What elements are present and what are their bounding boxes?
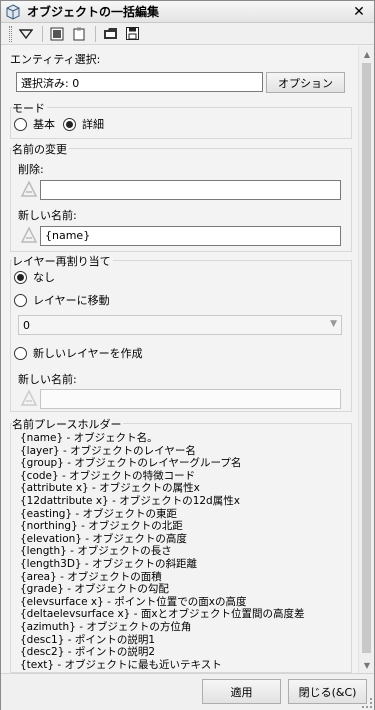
radio-none-dot[interactable] bbox=[14, 270, 27, 284]
scroll-thumb[interactable] bbox=[362, 63, 371, 653]
options-button[interactable]: オプション bbox=[266, 72, 345, 93]
layer-title: レイヤー再割り当て bbox=[12, 253, 113, 269]
pick-name-icon[interactable] bbox=[19, 225, 39, 245]
placeholder-item: {area} - オブジェクトの面積 bbox=[20, 570, 162, 583]
placeholder-item: {elevsurface x} - ポイント位置での面xの高度 bbox=[20, 595, 247, 608]
placeholder-item: {easting} - オブジェクトの東距 bbox=[20, 507, 178, 520]
toolbar-separator bbox=[42, 25, 43, 42]
window-title: オブジェクトの一括編集 bbox=[27, 5, 160, 19]
scroll-down-icon[interactable]: ▼ bbox=[359, 657, 374, 673]
close-icon[interactable]: ✕ bbox=[350, 3, 368, 21]
layer-new-name-label: 新しい名前: bbox=[18, 373, 77, 386]
close-button[interactable]: 閉じる(&C) bbox=[288, 679, 367, 704]
view-icon[interactable] bbox=[47, 25, 67, 43]
placeholder-item: {grade} - オブジェクトの勾配 bbox=[20, 583, 169, 596]
title-bar: オブジェクトの一括編集 ✕ bbox=[1, 1, 374, 23]
placeholder-item: {12dattribute x} - オブジェクトの12d属性x bbox=[20, 494, 240, 507]
rename-title: 名前の変更 bbox=[12, 141, 69, 157]
clipboard-icon[interactable] bbox=[69, 25, 89, 43]
mode-basic-radio[interactable]: 基本 bbox=[14, 116, 55, 132]
apply-button[interactable]: 適用 bbox=[202, 679, 281, 704]
placeholder-list: {name} - オブジェクト名。 {layer} - オブジェクトのレイヤー名… bbox=[20, 432, 350, 671]
placeholder-item: {deltaelevsurface x} - 面xとオブジェクト位置間の高度差 bbox=[20, 608, 305, 621]
entity-label: エンティティ選択: bbox=[10, 53, 101, 66]
layer-create-label: 新しいレイヤーを作成 bbox=[33, 347, 143, 360]
layer-move-radio[interactable]: レイヤーに移動 bbox=[14, 292, 110, 308]
layer-create-radio[interactable]: 新しいレイヤーを作成 bbox=[14, 345, 143, 361]
folder-icon[interactable] bbox=[100, 25, 120, 43]
chevron-down-icon[interactable]: ▼ bbox=[330, 319, 337, 329]
placeholder-item: {code} - オブジェクトの特徴コード bbox=[20, 469, 196, 482]
delete-label: 削除: bbox=[18, 163, 44, 176]
bulk-edit-window: オブジェクトの一括編集 ✕ エンティティ選択: 選択済み: 0 オプション モー… bbox=[0, 0, 375, 710]
scroll-content: エンティティ選択: 選択済み: 0 オプション モード 基本 詳細 名前の変更 … bbox=[1, 46, 374, 673]
placeholder-item: {attribute x} - オブジェクトの属性x bbox=[20, 482, 200, 495]
layer-combo-value: 0 bbox=[23, 318, 30, 332]
layer-none-label: なし bbox=[33, 271, 55, 284]
radio-detail-dot[interactable] bbox=[63, 117, 76, 131]
resize-grip-icon[interactable] bbox=[362, 698, 372, 708]
placeholder-item: {length} - オブジェクトの長さ bbox=[20, 545, 172, 558]
toolbar-separator bbox=[95, 25, 96, 42]
placeholder-item: {layer} - オブジェクトのレイヤー名 bbox=[20, 444, 196, 457]
layer-none-radio[interactable]: なし bbox=[14, 269, 55, 285]
toolbar-grip bbox=[9, 25, 12, 42]
radio-basic-dot[interactable] bbox=[14, 117, 27, 131]
placeholder-item: {azimuth} - オブジェクトの方位角 bbox=[20, 620, 192, 633]
radio-move-dot[interactable] bbox=[14, 293, 27, 307]
placeholder-item: {desc2} - ポイントの説明2 bbox=[20, 646, 156, 659]
delete-field[interactable] bbox=[40, 180, 341, 200]
filter-icon[interactable] bbox=[16, 25, 36, 43]
mode-detail-label: 詳細 bbox=[82, 118, 104, 131]
placeholder-item: {elevation} - オブジェクトの高度 bbox=[20, 532, 187, 545]
placeholder-item: {desc1} - ポイントの説明1 bbox=[20, 633, 156, 646]
placeholder-item: {name} - オブジェクト名。 bbox=[20, 432, 158, 444]
mode-title: モード bbox=[12, 100, 47, 116]
rename-new-name-label: 新しい名前: bbox=[18, 209, 77, 222]
mode-group bbox=[10, 107, 352, 139]
radio-create-dot[interactable] bbox=[14, 346, 27, 360]
layer-new-name-field[interactable] bbox=[40, 389, 341, 409]
footer-bar: 適用 閉じる(&C) bbox=[1, 673, 374, 710]
save-icon[interactable] bbox=[122, 25, 142, 43]
placeholder-title: 名前プレースホルダー bbox=[12, 416, 124, 432]
mode-detail-radio[interactable]: 詳細 bbox=[63, 116, 104, 132]
layer-move-label: レイヤーに移動 bbox=[33, 294, 110, 307]
placeholder-item: {text} - オブジェクトに最も近いテキスト bbox=[20, 658, 222, 671]
placeholder-item: {group} - オブジェクトのレイヤーグループ名 bbox=[20, 457, 242, 470]
app-cube-icon bbox=[5, 3, 21, 20]
layer-combo[interactable]: 0 ▼ bbox=[18, 315, 342, 335]
mode-basic-label: 基本 bbox=[33, 118, 55, 131]
placeholder-item: {length3D} - オブジェクトの斜距離 bbox=[20, 557, 198, 570]
rename-new-name-field[interactable]: {name} bbox=[40, 226, 341, 246]
pick-delete-icon[interactable] bbox=[19, 179, 39, 199]
selection-field[interactable]: 選択済み: 0 bbox=[16, 72, 263, 92]
scroll-up-icon[interactable]: ▲ bbox=[359, 46, 374, 62]
placeholder-item: {northing} - オブジェクトの北距 bbox=[20, 520, 183, 533]
toolbar bbox=[1, 23, 374, 45]
vertical-scrollbar[interactable]: ▲ ▼ bbox=[358, 46, 374, 673]
pick-layer-icon bbox=[19, 388, 39, 408]
